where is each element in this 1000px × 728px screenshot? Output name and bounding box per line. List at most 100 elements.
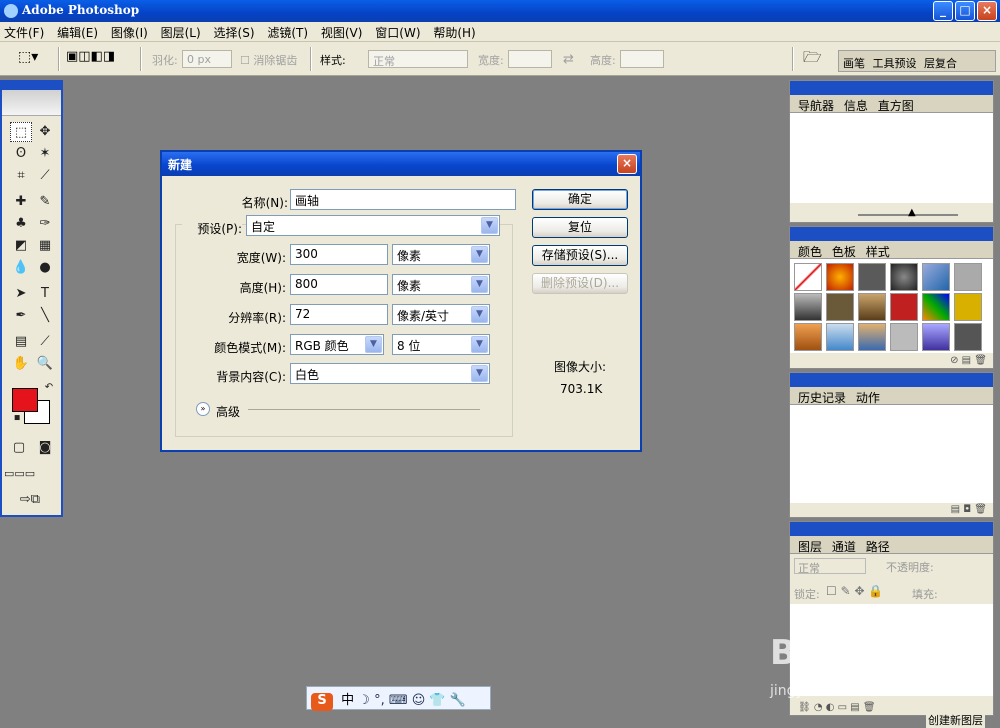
brush-tool-icon[interactable]: ✎ <box>34 192 56 212</box>
reset-button[interactable]: 复位 <box>532 217 628 238</box>
style-swatch[interactable] <box>858 323 886 351</box>
dodge-tool-icon[interactable]: ● <box>34 258 56 278</box>
style-swatch[interactable] <box>826 293 854 321</box>
tab-paths[interactable]: 路径 <box>866 540 890 554</box>
rect-marquee-tool-icon[interactable]: ⬚ <box>10 122 32 142</box>
style-swatch[interactable] <box>890 263 918 291</box>
menu-window[interactable]: 窗口(W) <box>371 22 425 41</box>
maximize-button[interactable]: □ <box>955 1 975 21</box>
style-swatch[interactable] <box>954 323 982 351</box>
close-button[interactable]: × <box>977 1 997 21</box>
tab-swatches[interactable]: 色板 <box>832 245 856 259</box>
blur-tool-icon[interactable]: 💧 <box>10 258 32 278</box>
width-input[interactable]: 300 <box>290 244 388 265</box>
tab-histogram[interactable]: 直方图 <box>878 99 914 113</box>
ok-button[interactable]: 确定 <box>532 189 628 210</box>
eraser-tool-icon[interactable]: ◩ <box>10 236 32 256</box>
menu-filter[interactable]: 滤镜(T) <box>263 22 313 41</box>
dialog-close-button[interactable]: × <box>617 154 637 174</box>
hand-tool-icon[interactable]: ✋ <box>10 354 32 374</box>
history-footer-icons[interactable]: ▤ ◘ 🗑 <box>951 504 987 515</box>
ime-lang-toggle[interactable]: 中 <box>341 693 354 708</box>
tab-layers[interactable]: 图层 <box>798 540 822 554</box>
standard-mode-icon[interactable]: ▢ <box>8 438 30 458</box>
default-colors-icon[interactable]: ◾ <box>6 408 28 428</box>
menu-help[interactable]: 帮助(H) <box>429 22 480 41</box>
blend-mode-select[interactable]: 正常 <box>794 558 866 575</box>
tab-channels[interactable]: 通道 <box>832 540 856 554</box>
style-swatch[interactable] <box>826 263 854 291</box>
quick-mask-icon[interactable]: ◙ <box>34 438 56 458</box>
notes-tool-icon[interactable]: ▤ <box>10 332 32 352</box>
style-swatch[interactable] <box>954 263 982 291</box>
style-swatch[interactable] <box>922 323 950 351</box>
tab-info[interactable]: 信息 <box>844 99 868 113</box>
minimize-button[interactable]: _ <box>933 1 953 21</box>
lasso-tool-icon[interactable]: ʘ <box>10 144 32 164</box>
line-tool-icon[interactable]: ╲ <box>34 306 56 326</box>
crop-tool-icon[interactable]: ⌗ <box>10 166 32 186</box>
width-unit-select[interactable]: 像素 ▼ <box>392 244 490 265</box>
swap-icon[interactable]: ⇄ <box>563 52 574 67</box>
palette-tab-layer-comps[interactable]: 层复合 <box>924 57 957 70</box>
height-input[interactable] <box>620 50 664 68</box>
tab-styles[interactable]: 样式 <box>866 245 890 259</box>
feather-input[interactable]: 0 px <box>182 50 232 68</box>
height-input[interactable]: 800 <box>290 274 388 295</box>
style-swatch[interactable] <box>922 263 950 291</box>
style-swatch[interactable] <box>954 293 982 321</box>
sogou-logo-icon[interactable]: S <box>311 693 333 711</box>
slice-tool-icon[interactable]: ⟋ <box>34 166 56 186</box>
save-preset-button[interactable]: 存储预设(S)... <box>532 245 628 266</box>
menu-select[interactable]: 选择(S) <box>210 22 260 41</box>
styles-footer-icons[interactable]: ⊘ ▤ 🗑 <box>950 355 987 366</box>
menu-image[interactable]: 图像(I) <box>107 22 153 41</box>
jump-to-imageready-icon[interactable]: ⇨⧉ <box>8 490 52 510</box>
delete-preset-button[interactable]: 删除预设(D)... <box>532 273 628 294</box>
menu-view[interactable]: 视图(V) <box>317 22 368 41</box>
tab-navigator[interactable]: 导航器 <box>798 99 834 113</box>
style-swatch[interactable] <box>890 293 918 321</box>
history-brush-tool-icon[interactable]: ✑ <box>34 214 56 234</box>
antialias-checkbox[interactable]: ☐ 消除锯齿 <box>240 52 297 68</box>
width-input[interactable] <box>508 50 552 68</box>
advanced-expand-icon[interactable]: » <box>196 402 210 416</box>
preset-select[interactable]: 自定 ▼ <box>246 215 500 236</box>
zoom-tool-icon[interactable]: 🔍 <box>34 354 56 374</box>
eyedropper-tool-icon[interactable]: ⟋ <box>34 332 56 352</box>
name-input[interactable]: 画轴 <box>290 189 516 210</box>
style-swatch[interactable] <box>858 293 886 321</box>
resolution-unit-select[interactable]: 像素/英寸 ▼ <box>392 304 490 325</box>
screen-mode-icons[interactable]: ▭▭▭ <box>4 464 35 484</box>
palette-tab-brushes[interactable]: 画笔 <box>843 57 865 70</box>
path-select-tool-icon[interactable]: ➤ <box>10 284 32 304</box>
palette-tab-tool-presets[interactable]: 工具预设 <box>873 57 917 70</box>
style-swatch[interactable] <box>890 323 918 351</box>
style-select[interactable]: 正常 <box>368 50 468 68</box>
background-contents-select[interactable]: 白色 ▼ <box>290 363 490 384</box>
file-browser-icon[interactable]: 🗁 <box>803 47 822 72</box>
marquee-tool-icon[interactable]: ⬚▾ <box>18 49 38 65</box>
color-mode-select[interactable]: RGB 颜色 ▼ <box>290 334 384 355</box>
tab-actions[interactable]: 动作 <box>856 391 880 405</box>
style-swatch[interactable] <box>794 323 822 351</box>
style-swatch[interactable] <box>858 263 886 291</box>
height-unit-select[interactable]: 像素 ▼ <box>392 274 490 295</box>
lock-icons[interactable]: ☐ ✎ ✥ 🔒 <box>826 584 883 598</box>
selection-mode-icons[interactable]: ▣◫◧◨ <box>66 49 115 64</box>
style-swatch[interactable] <box>826 323 854 351</box>
move-tool-icon[interactable]: ✥ <box>34 122 56 142</box>
swap-colors-icon[interactable]: ↶ <box>38 378 60 398</box>
menu-layer[interactable]: 图层(L) <box>157 22 206 41</box>
style-swatch[interactable] <box>922 293 950 321</box>
zoom-slider-thumb-icon[interactable]: ▲ <box>908 207 916 218</box>
gradient-tool-icon[interactable]: ▦ <box>34 236 56 256</box>
type-tool-icon[interactable]: T <box>34 284 56 304</box>
resolution-input[interactable]: 72 <box>290 304 388 325</box>
tab-color[interactable]: 颜色 <box>798 245 822 259</box>
bit-depth-select[interactable]: 8 位 ▼ <box>392 334 490 355</box>
menu-edit[interactable]: 编辑(E) <box>53 22 103 41</box>
tab-history[interactable]: 历史记录 <box>798 391 846 405</box>
ime-tool-icons[interactable]: ☽ °, ⌨ ☺ 👕 🔧 <box>358 693 466 708</box>
healing-brush-tool-icon[interactable]: ✚ <box>10 192 32 212</box>
